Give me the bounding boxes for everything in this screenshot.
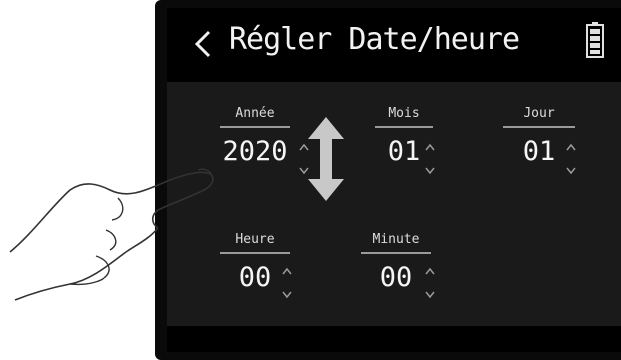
chevron-left-icon: [194, 30, 211, 58]
screen: Régler Date/heure Année 2020 Mois 01 Jou: [167, 8, 621, 352]
minute-value[interactable]: 00: [380, 262, 413, 293]
title-bar: Régler Date/heure: [167, 8, 621, 82]
page-title: Régler Date/heure: [229, 22, 520, 57]
back-button[interactable]: [187, 24, 219, 64]
swipe-up-down-arrow-icon: [308, 117, 344, 201]
year-label: Année: [220, 106, 290, 128]
pointing-hand-icon: [9, 168, 214, 301]
day-value[interactable]: 01: [523, 136, 556, 167]
battery-icon: [585, 21, 605, 59]
day-label: Jour: [503, 106, 575, 128]
day-spinner-icon[interactable]: [564, 140, 578, 178]
year-value[interactable]: 2020: [222, 136, 287, 167]
hour-spinner-icon[interactable]: [280, 264, 294, 302]
hour-label: Heure: [220, 232, 290, 254]
minute-spinner-icon[interactable]: [423, 264, 437, 302]
hour-value[interactable]: 00: [239, 262, 272, 293]
month-spinner-icon[interactable]: [423, 140, 437, 178]
minute-label: Minute: [361, 232, 431, 254]
month-value[interactable]: 01: [388, 136, 421, 167]
year-field[interactable]: Année 2020: [220, 106, 290, 167]
minute-field[interactable]: Minute 00: [361, 232, 431, 293]
bottom-bar: [167, 326, 621, 352]
month-label: Mois: [375, 106, 433, 128]
